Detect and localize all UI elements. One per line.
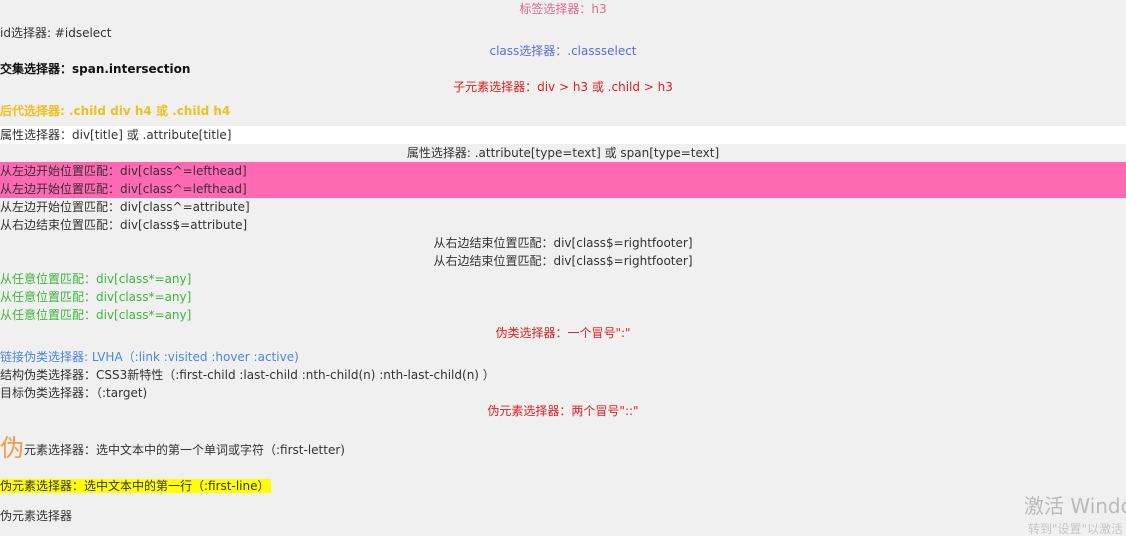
starts-with-text-2: 从左边开始位置匹配：div[class^=lefthead] — [0, 180, 1126, 198]
activation-watermark-title: 激活 Windo — [1024, 494, 1126, 518]
id-selector-text: id选择器: #idselect — [0, 26, 112, 40]
target-pseudo-text: 目标伪类选择器：（:target) — [0, 386, 148, 400]
first-line-line: 伪元素选择器：选中文本中的第一行（:first-line） — [0, 477, 272, 495]
contains-text-1: 从任意位置匹配：div[class*=any] — [0, 272, 192, 286]
attribute-selector-text-1: 属性选择器：div[title] 或 .attribute[title] — [0, 126, 1126, 144]
contains-text-2: 从任意位置匹配：div[class*=any] — [0, 290, 192, 304]
ends-with-right-text-1: 从右边结束位置匹配：div[class$=rightfooter] — [433, 236, 693, 250]
descendant-selector-text: 后代选择器: .child div h4 或 .child h4 — [0, 104, 231, 118]
last-pseudo-element-text: 伪元素选择器 — [0, 509, 73, 523]
attribute-selector-text-2: 属性选择器: .attribute[type=text] 或 span[type… — [406, 146, 720, 160]
ends-with-left-text: 从右边结束位置匹配：div[class$=attribute] — [0, 218, 248, 232]
starts-with-text-3: 从左边开始位置匹配：div[class^=attribute] — [0, 200, 250, 214]
contains-text-3: 从任意位置匹配：div[class*=any] — [0, 308, 192, 322]
link-pseudo-text: 链接伪类选择器: LVHA（:link :visited :hover :act… — [0, 350, 299, 364]
starts-with-text-1: 从左边开始位置匹配：div[class^=lefthead] — [0, 162, 1126, 180]
ends-with-right-text-2: 从右边结束位置匹配：div[class$=rightfooter] — [433, 254, 693, 268]
tag-selector-text: 标签选择器：h3 — [519, 2, 607, 16]
class-selector-text: class选择器：.classselect — [489, 44, 637, 58]
child-selector-text: 子元素选择器：div > h3 或 .child > h3 — [453, 80, 673, 94]
structural-pseudo-text: 结构伪类选择器：CSS3新特性（:first-child :last-child… — [0, 368, 495, 382]
pseudo-element-text: 伪元素选择器：两个冒号"::" — [487, 404, 639, 418]
intersection-selector-text: 交集选择器：span.intersection — [0, 62, 191, 76]
first-letter-line: 伪元素选择器：选中文本中的第一个单词或字符（:first-letter) — [0, 436, 345, 464]
first-letter-char: 伪 — [0, 434, 24, 462]
pseudo-class-text: 伪类选择器：一个冒号":" — [495, 326, 631, 340]
first-line-highlight: 伪元素选择器：选中文本中的第一行（:first-line） — [0, 479, 272, 493]
activation-watermark-subtitle: 转到"设置"以激活 — [1028, 522, 1124, 536]
first-letter-rest: 元素选择器：选中文本中的第一个单词或字符（:first-letter) — [24, 443, 345, 457]
